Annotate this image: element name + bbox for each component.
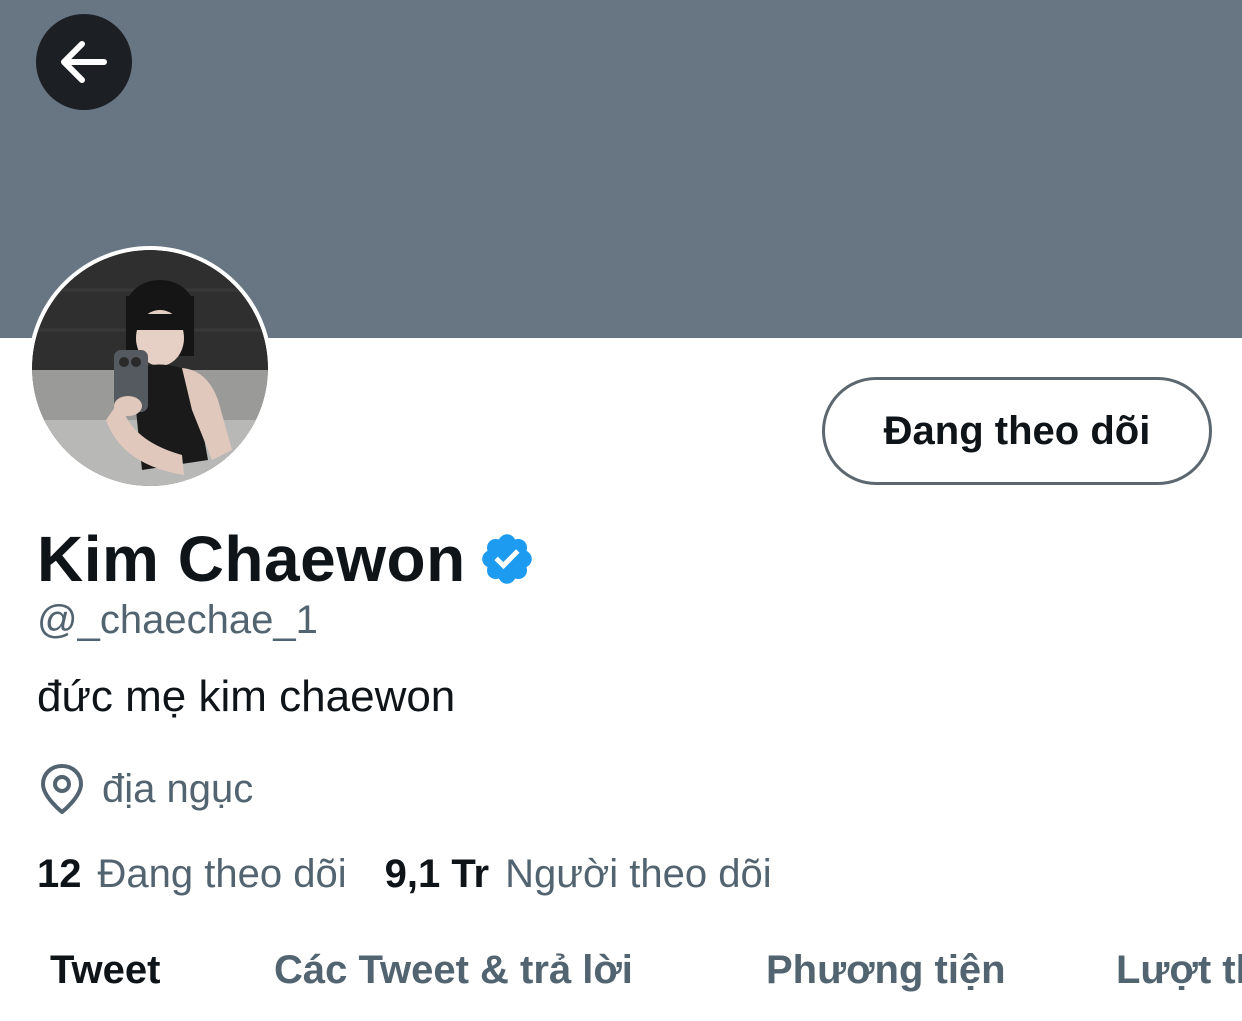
name-row: Kim Chaewon	[37, 522, 536, 596]
following-button[interactable]: Đang theo dõi	[822, 377, 1212, 485]
tab-tweet[interactable]: Tweet	[50, 948, 160, 993]
following-stat[interactable]: 12 Đang theo dõi	[37, 852, 347, 897]
followers-label: Người theo dõi	[505, 852, 772, 896]
following-button-label: Đang theo dõi	[883, 408, 1151, 453]
following-count: 12	[37, 852, 82, 896]
following-label: Đang theo dõi	[97, 852, 347, 896]
followers-count: 9,1 Tr	[384, 852, 490, 896]
display-name: Kim Chaewon	[37, 523, 466, 595]
arrow-left-icon	[61, 41, 107, 83]
tab-tweets-and-replies[interactable]: Các Tweet & trả lời	[274, 948, 633, 993]
profile-tabs: Tweet Các Tweet & trả lời Phương tiện Lư…	[0, 938, 1242, 1021]
user-handle: @_chaechae_1	[37, 598, 318, 642]
avatar-photo	[32, 250, 268, 486]
verified-badge-icon	[481, 534, 532, 584]
profile-bio: đức mẹ kim chaewon	[37, 672, 456, 721]
location-row: địa ngục	[38, 762, 253, 816]
back-button[interactable]	[36, 14, 132, 110]
location-text: địa ngục	[102, 766, 254, 811]
followers-stat[interactable]: 9,1 Tr Người theo dõi	[385, 852, 772, 897]
profile-page: Đang theo dõi Kim Chaewon @_chaechae_1 đ…	[0, 0, 1242, 1021]
profile-avatar[interactable]	[28, 246, 272, 490]
tab-media[interactable]: Phương tiện	[766, 948, 1006, 993]
location-pin-icon	[41, 764, 83, 814]
follow-stats: 12 Đang theo dõi 9,1 Tr Người theo dõi	[37, 852, 772, 897]
tab-likes[interactable]: Lượt thích	[1116, 948, 1242, 993]
